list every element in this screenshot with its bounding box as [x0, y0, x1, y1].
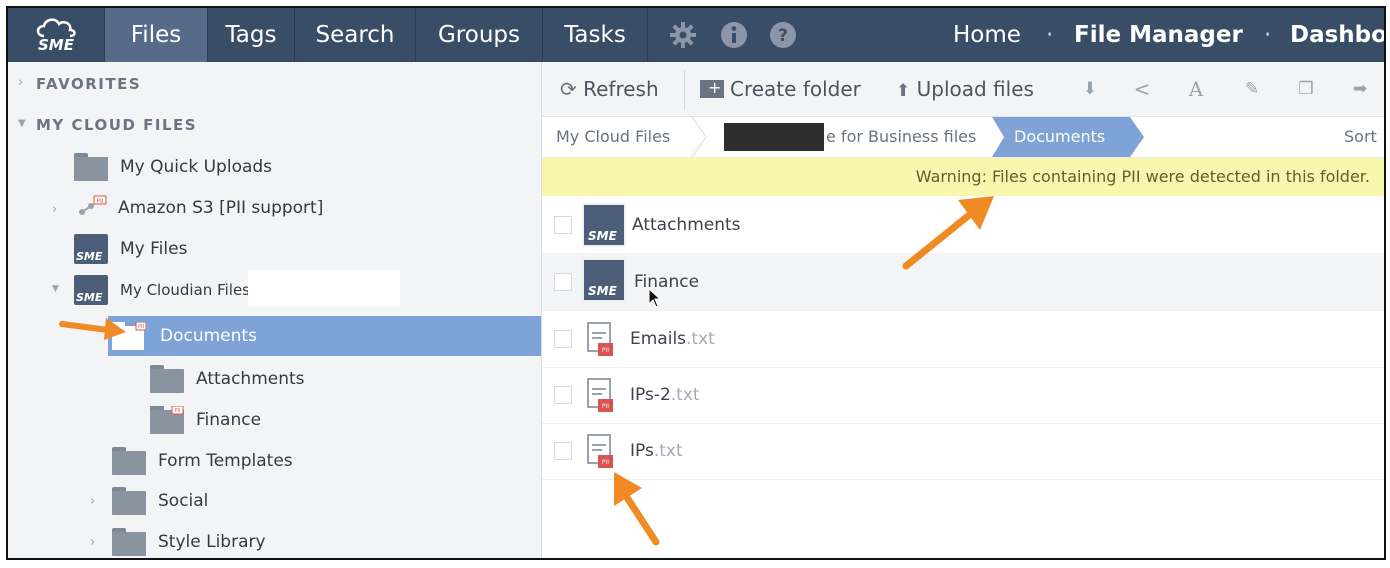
redacted-block — [724, 123, 824, 151]
text-file-pii-icon: PII — [587, 322, 613, 356]
refresh-icon: ⟳ — [560, 77, 577, 101]
row-checkbox[interactable] — [554, 273, 572, 291]
nav-home-link[interactable]: Home — [953, 8, 1021, 62]
nav-dashboard-link[interactable]: Dashbo — [1290, 8, 1384, 62]
text-file-pii-icon: PII — [587, 434, 613, 468]
sme-drive-icon: SME — [74, 275, 108, 305]
breadcrumb: My Cloud Files e for Business files Docu… — [542, 117, 1384, 158]
chevron-right-icon[interactable]: › — [90, 494, 95, 509]
redacted-field — [248, 270, 400, 306]
chevron-right-icon[interactable]: › — [18, 75, 23, 90]
svg-text:?: ? — [778, 26, 788, 46]
text-file-pii-icon: PII — [587, 378, 613, 412]
file-name: IPs-2.txt — [630, 385, 700, 405]
create-folder-button[interactable]: + Create folder — [700, 62, 861, 116]
sme-folder-icon: SME — [582, 258, 626, 302]
folder-icon — [112, 447, 146, 475]
gear-icon[interactable] — [668, 20, 698, 50]
nav-separator: · — [1046, 22, 1054, 48]
share-icon[interactable]: < — [1132, 79, 1152, 99]
move-icon[interactable]: ➡ — [1350, 79, 1370, 99]
sme-folder-icon: SME — [582, 203, 626, 247]
mouse-cursor-icon — [648, 288, 662, 308]
folder-icon — [150, 365, 184, 393]
upload-files-button[interactable]: ⬆ Upload files — [896, 62, 1034, 116]
caret-down-icon[interactable]: ▼ — [52, 284, 59, 294]
svg-text:PII: PII — [602, 347, 609, 354]
tab-tags[interactable]: Tags — [208, 8, 294, 62]
tree-item-amazon-s3[interactable]: PII Amazon S3 [PII support] — [74, 189, 323, 227]
tree-item-attachments[interactable]: Attachments — [150, 360, 305, 398]
row-checkbox[interactable] — [554, 330, 572, 348]
tree-item-style-library[interactable]: Style Library — [112, 523, 266, 558]
network-pii-icon: PII — [79, 195, 107, 215]
folder-plus-icon: + — [700, 78, 724, 98]
row-checkbox[interactable] — [554, 386, 572, 404]
annotation-arrow-icon — [59, 318, 126, 340]
breadcrumb-documents[interactable]: Documents — [1014, 117, 1105, 157]
folder-pii-icon: PII — [150, 406, 184, 434]
list-item-ips[interactable]: PII IPs.txt — [542, 423, 1384, 480]
rename-icon[interactable]: A — [1186, 79, 1206, 99]
tab-groups[interactable]: Groups — [416, 8, 542, 62]
tree-item-my-cloudian-files[interactable]: SME My Cloudian Files — [74, 271, 250, 309]
app-frame: SME Files Tags Search Groups Tasks ? Hom… — [6, 6, 1386, 560]
nav-file-manager-link[interactable]: File Manager — [1074, 8, 1243, 62]
svg-text:PII: PII — [602, 403, 609, 410]
tree-item-social[interactable]: Social — [112, 482, 208, 520]
breadcrumb-separator-icon — [691, 117, 707, 157]
row-checkbox[interactable] — [554, 216, 572, 234]
chevron-right-icon[interactable]: › — [90, 535, 95, 550]
annotation-arrow-icon — [902, 196, 994, 270]
file-list-panel: ⟳ Refresh + Create folder ⬆ Upload files… — [542, 62, 1384, 558]
favorites-header[interactable]: FAVORITES — [36, 75, 141, 93]
tree-item-my-files[interactable]: SME My Files — [74, 230, 187, 268]
file-name: Emails.txt — [630, 329, 715, 349]
sme-drive-icon: SME — [74, 234, 108, 264]
folder-tree-sidebar: › FAVORITES ▼ MY CLOUD FILES My Quick Up… — [8, 62, 542, 558]
svg-text:PII: PII — [138, 324, 144, 330]
sort-button[interactable]: Sort — [1344, 117, 1377, 157]
my-cloud-files-header[interactable]: MY CLOUD FILES — [36, 116, 197, 134]
row-checkbox[interactable] — [554, 442, 572, 460]
breadcrumb-business-files[interactable]: e for Business files — [826, 117, 976, 157]
svg-text:PII: PII — [96, 198, 103, 205]
tab-tasks[interactable]: Tasks — [543, 8, 647, 62]
pencil-icon[interactable]: ✎ — [1242, 79, 1262, 99]
folder-icon — [112, 528, 146, 556]
upload-icon: ⬆ — [896, 81, 911, 101]
folder-icon — [74, 153, 108, 181]
breadcrumb-my-cloud-files[interactable]: My Cloud Files — [556, 117, 670, 157]
caret-down-icon[interactable]: ▼ — [18, 118, 26, 129]
refresh-button[interactable]: ⟳ Refresh — [560, 62, 659, 116]
tree-item-documents[interactable]: PII Documents — [108, 316, 541, 356]
svg-text:PII: PII — [602, 459, 609, 466]
help-icon[interactable]: ? — [768, 20, 798, 50]
info-icon[interactable] — [719, 20, 749, 50]
toolbar: ⟳ Refresh + Create folder ⬆ Upload files… — [542, 62, 1384, 117]
logo-text: SME — [38, 36, 74, 54]
svg-text:PII: PII — [175, 408, 181, 414]
list-item-emails[interactable]: PII Emails.txt — [542, 311, 1384, 368]
folder-icon — [112, 487, 146, 515]
file-name: IPs.txt — [630, 441, 683, 461]
download-icon[interactable]: ⬇ — [1080, 79, 1100, 99]
top-navigation: SME Files Tags Search Groups Tasks ? Hom… — [8, 8, 1384, 62]
chevron-right-icon[interactable]: › — [52, 202, 57, 217]
tree-item-finance[interactable]: PII Finance — [150, 401, 261, 439]
sme-logo[interactable]: SME — [8, 8, 104, 62]
copy-icon[interactable]: ❐ — [1296, 79, 1316, 99]
tree-item-my-quick-uploads[interactable]: My Quick Uploads — [74, 148, 272, 186]
tree-item-form-templates[interactable]: Form Templates — [112, 442, 293, 480]
list-item-ips-2[interactable]: PII IPs-2.txt — [542, 367, 1384, 424]
tab-files[interactable]: Files — [105, 8, 207, 62]
tab-search[interactable]: Search — [295, 8, 415, 62]
annotation-arrow-icon — [614, 472, 660, 546]
nav-separator: · — [1264, 22, 1272, 48]
